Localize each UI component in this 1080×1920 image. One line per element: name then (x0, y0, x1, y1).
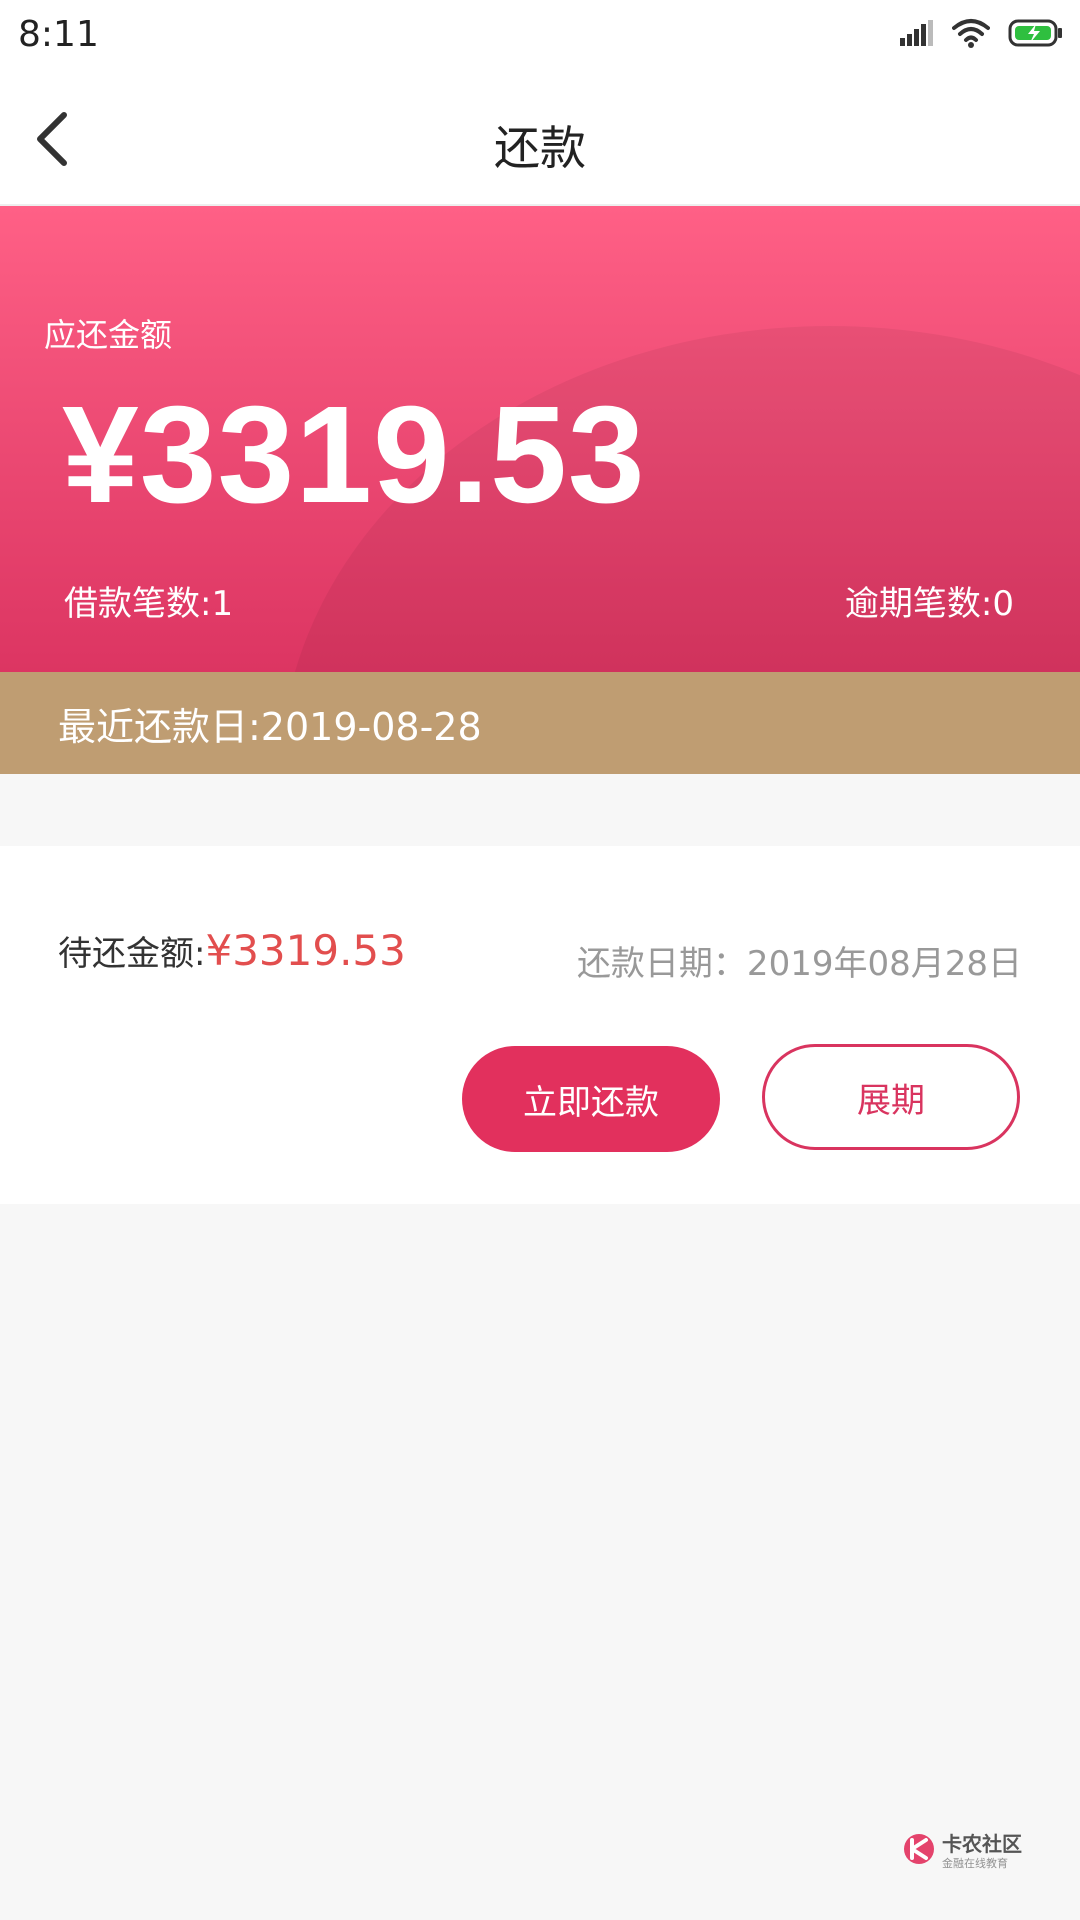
battery-charging-icon (1008, 18, 1064, 52)
watermark-subtitle: 金融在线教育 (942, 1856, 1008, 1870)
status-time: 8:11 (18, 14, 99, 55)
page-title: 还款 (494, 121, 586, 175)
status-icons (900, 18, 1064, 52)
overdue-count: 逾期笔数:0 (844, 584, 1014, 624)
loan-item-card: 待还金额:¥3319.53 还款日期：2019年08月28日 立即还款 展期 (0, 846, 1080, 1204)
status-bar: 8:11 (0, 0, 1080, 76)
watermark-text: 卡农社区 金融在线教育 (942, 1834, 1022, 1869)
amount-due-label: 应还金额 (44, 316, 173, 354)
amount-due-value: ¥3319.53 (62, 378, 646, 532)
wifi-icon (952, 18, 990, 52)
nav-bar: 还款 (0, 76, 1080, 206)
loan-count: 借款笔数:1 (64, 584, 234, 624)
pending-amount-value: ¥3319.53 (205, 926, 406, 975)
pending-amount-row: 待还金额:¥3319.53 (58, 926, 406, 975)
recent-due-date: 最近还款日:2019-08-28 (58, 705, 482, 749)
watermark-logo-icon (902, 1832, 936, 1870)
watermark-title: 卡农社区 (942, 1831, 1022, 1856)
amount-due-card: 应还金额 ¥3319.53 借款笔数:1 逾期笔数:0 (0, 206, 1080, 672)
recent-due-banner: 最近还款日:2019-08-28 (0, 672, 1080, 774)
repay-now-button[interactable]: 立即还款 (462, 1046, 720, 1152)
watermark: 卡农社区 金融在线教育 (902, 1832, 1022, 1870)
pending-amount-label: 待还金额: (58, 934, 206, 974)
repay-date: 还款日期：2019年08月28日 (576, 944, 1022, 984)
section-divider (0, 774, 1080, 846)
signal-icon (900, 20, 934, 50)
extend-button[interactable]: 展期 (762, 1044, 1020, 1150)
